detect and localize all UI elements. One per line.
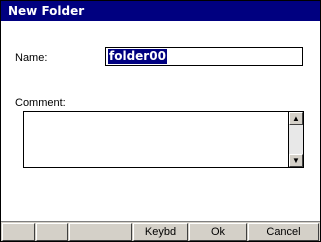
ok-button[interactable]: Ok	[189, 223, 247, 241]
name-input-value: folder00	[108, 49, 167, 64]
cancel-button[interactable]: Cancel	[248, 223, 319, 241]
dialog-title: New Folder	[1, 1, 320, 21]
arrow-down-icon: ▼	[292, 156, 300, 165]
toolbar-button-2[interactable]	[36, 223, 68, 241]
scroll-up-button[interactable]: ▲	[289, 112, 303, 125]
scroll-down-button[interactable]: ▼	[289, 154, 303, 167]
bottom-toolbar: Keybd Ok Cancel	[1, 221, 320, 241]
comment-scrollbar[interactable]: ▲ ▼	[288, 112, 303, 167]
name-input[interactable]: folder00	[105, 47, 303, 66]
toolbar-button-3[interactable]	[69, 223, 132, 241]
name-label: Name:	[15, 52, 48, 64]
comment-label: Comment:	[15, 97, 66, 109]
arrow-up-icon: ▲	[292, 114, 300, 123]
comment-textarea[interactable]: ▲ ▼	[23, 111, 304, 168]
toolbar-button-1[interactable]	[2, 223, 35, 241]
new-folder-dialog: New Folder Name: folder00 Comment: ▲ ▼ K…	[0, 0, 321, 242]
keyboard-button[interactable]: Keybd	[133, 223, 188, 241]
